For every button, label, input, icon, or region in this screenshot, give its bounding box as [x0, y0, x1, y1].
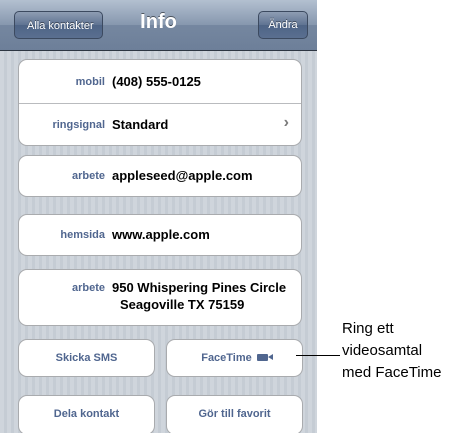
address-label: arbete: [71, 282, 105, 294]
ringtone-row[interactable]: ringsignal Standard ›: [19, 104, 301, 146]
mobile-value: (408) 555-0125: [112, 74, 201, 89]
email-label: arbete: [71, 170, 105, 182]
back-button-label: Alla kontakter: [27, 20, 94, 32]
homepage-value: www.apple.com: [112, 227, 210, 242]
chevron-right-icon: ›: [283, 114, 289, 131]
callout-line-3: med FaceTime: [342, 364, 442, 381]
email-value: appleseed@apple.com: [112, 168, 253, 183]
facetime-label: FaceTime: [201, 352, 252, 364]
homepage-label: hemsida: [60, 229, 105, 241]
address-line-2: Seagoville TX 75159: [120, 297, 245, 312]
callout-line-1: Ring ett: [342, 320, 394, 337]
callout-line: [296, 355, 340, 356]
add-to-favorites-button[interactable]: Gör till favorit: [166, 395, 303, 433]
callout-line-2: videosamtal: [342, 342, 423, 359]
mobile-row[interactable]: mobil (408) 555-0125: [19, 60, 301, 103]
email-row[interactable]: arbete appleseed@apple.com: [18, 155, 302, 197]
ringtone-value: Standard: [112, 117, 169, 132]
callout-annotation: Ring ett videosamtal med FaceTime: [342, 318, 441, 384]
facetime-button[interactable]: FaceTime: [166, 339, 303, 377]
ringtone-label: ringsignal: [52, 119, 105, 131]
phone-screen: Alla kontakter Info Ändra mobil (408) 55…: [0, 0, 317, 433]
phone-group: mobil (408) 555-0125 ringsignal Standard…: [18, 59, 302, 146]
send-sms-button[interactable]: Skicka SMS: [18, 339, 155, 377]
edit-button[interactable]: Ändra: [258, 11, 308, 39]
navigation-bar: Alla kontakter Info Ändra: [0, 0, 317, 51]
mobile-label: mobil: [75, 76, 105, 88]
address-line-1: 950 Whispering Pines Circle: [112, 280, 287, 295]
share-contact-button[interactable]: Dela kontakt: [18, 395, 155, 433]
address-row[interactable]: arbete 950 Whispering Pines Circle Seago…: [18, 269, 302, 326]
video-camera-icon: [256, 353, 273, 361]
homepage-row[interactable]: hemsida www.apple.com: [18, 214, 302, 256]
